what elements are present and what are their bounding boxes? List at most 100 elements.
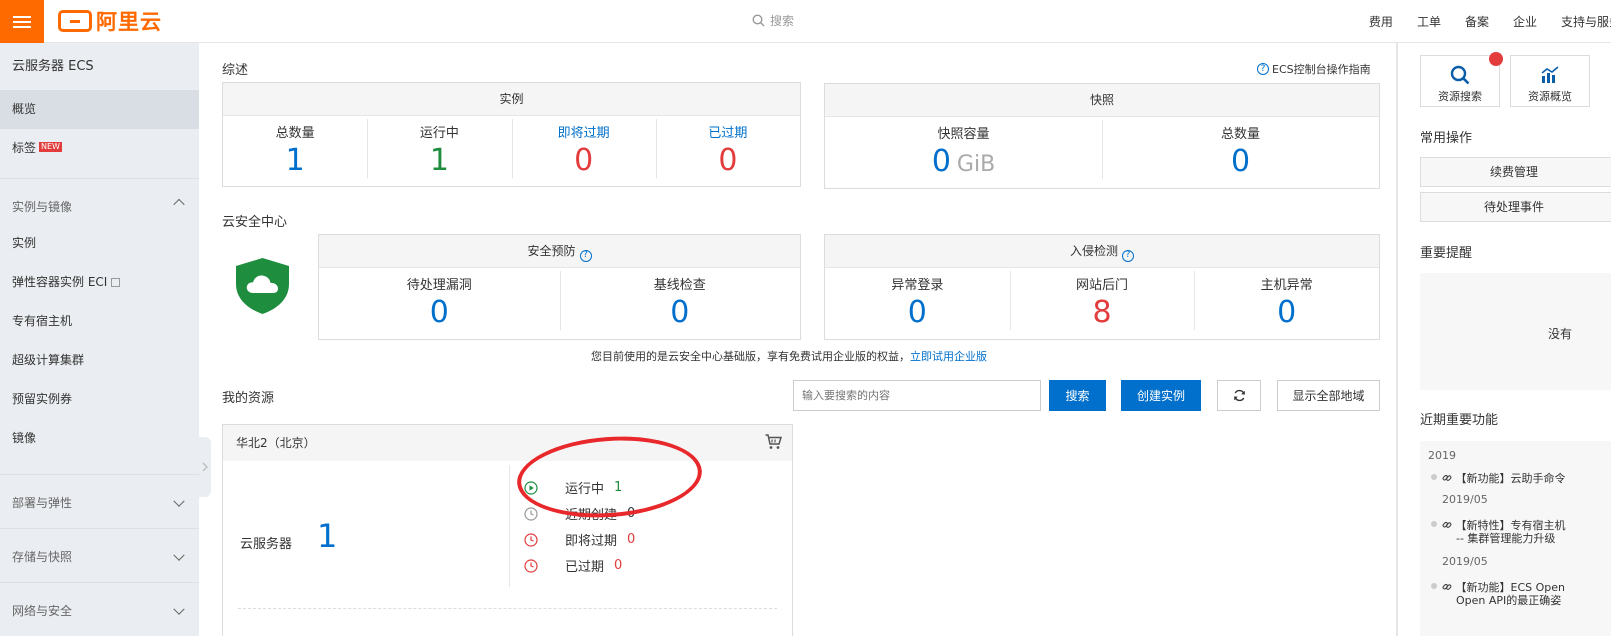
- stat-pending-vulnerabilities[interactable]: 待处理漏洞 0: [319, 268, 560, 338]
- sidebar-group-instances-images[interactable]: 实例与镜像: [0, 178, 199, 224]
- sidebar-item-overview[interactable]: 概览: [0, 90, 199, 129]
- sidebar-item-label: 标签: [12, 141, 37, 155]
- try-enterprise-link[interactable]: 立即试用企业版: [910, 350, 987, 363]
- notification-dot: [1489, 52, 1503, 66]
- sidebar-group-deployment[interactable]: 部署与弹性: [0, 474, 199, 528]
- sidebar-group-storage[interactable]: 存储与快照: [0, 528, 199, 582]
- intrusion-card-header: 入侵检测?: [825, 235, 1379, 268]
- main-content: 综述 ? ECS控制台操作指南 实例 总数量 1 运行中 1 即将过期 0 已过…: [199, 43, 1396, 636]
- stat-website-backdoor[interactable]: 网站后门 8: [1009, 268, 1195, 338]
- resource-search-tile[interactable]: 资源搜索: [1420, 55, 1500, 107]
- sidebar-item-tags[interactable]: 标签 NEW: [0, 129, 199, 168]
- feature-date: 2019/05: [1442, 555, 1488, 568]
- logo-mark-icon: [58, 10, 92, 32]
- status-value: 0: [614, 558, 623, 573]
- timeline-dot: [1431, 521, 1437, 527]
- instance-card-title: 实例: [223, 83, 800, 116]
- stat-expired-instances[interactable]: 已过期 0: [655, 116, 800, 186]
- stat-value: 0: [1230, 144, 1251, 179]
- stat-running-instances[interactable]: 运行中 1: [367, 116, 511, 186]
- link-icon: [1442, 521, 1452, 528]
- tile-label: 资源搜索: [1438, 90, 1482, 103]
- security-prevention-card: 安全预防? 待处理漏洞 0 基线检查 0: [318, 234, 801, 340]
- sidebar-item-label: 预留实例券: [12, 392, 73, 406]
- feature-title: 【新功能】云助手命令: [1455, 472, 1566, 485]
- notice-text: 您目前使用的是云安全中心基础版，享有免费试用企业版的权益，: [591, 350, 910, 363]
- stat-value: 0 GiB: [825, 142, 1102, 185]
- help-icon[interactable]: ?: [1122, 249, 1134, 262]
- search-icon: [1450, 65, 1470, 85]
- feature-item[interactable]: 【新功能】ECS Open Open API的最正确姿: [1442, 581, 1565, 607]
- feature-item[interactable]: 【新功能】云助手命令: [1442, 472, 1566, 485]
- menu-button[interactable]: [0, 0, 44, 43]
- show-all-regions-button[interactable]: 显示全部地域: [1277, 380, 1380, 411]
- stat-expiring-instances[interactable]: 即将过期 0: [511, 116, 656, 186]
- nav-support[interactable]: 支持与服务: [1561, 13, 1611, 30]
- feature-year: 2019: [1428, 449, 1456, 462]
- server-count[interactable]: 1: [317, 517, 337, 555]
- resource-search-input[interactable]: [793, 380, 1041, 411]
- stat-label: 快照容量: [937, 127, 990, 142]
- sidebar-item-dedicated-host[interactable]: 专有宿主机: [0, 302, 199, 341]
- resource-overview-tile[interactable]: 资源概览: [1510, 55, 1590, 107]
- stat-abnormal-login[interactable]: 异常登录 0: [825, 268, 1010, 338]
- chevron-down-icon: [173, 495, 185, 507]
- cart-icon[interactable]: [765, 434, 782, 450]
- help-icon[interactable]: ?: [579, 249, 592, 262]
- recent-features-title: 近期重要功能: [1420, 413, 1499, 428]
- timeline-dot: [1431, 583, 1437, 589]
- sidebar-item-label: 专有宿主机: [12, 314, 73, 328]
- sidebar-item-reserved-instances[interactable]: 预留实例券: [0, 380, 199, 419]
- server-label: 云服务器: [240, 537, 293, 552]
- sidebar-group-label: 部署与弹性: [12, 496, 73, 510]
- sidebar-group-network[interactable]: 网络与安全: [0, 582, 199, 636]
- aliyun-logo[interactable]: 阿里云: [58, 8, 162, 34]
- stat-label[interactable]: 已过期: [656, 122, 800, 141]
- chevron-up-icon: [173, 198, 185, 210]
- nav-enterprise[interactable]: 企业: [1513, 13, 1537, 30]
- new-badge: NEW: [39, 142, 62, 152]
- nav-icp[interactable]: 备案: [1465, 13, 1489, 30]
- status-expired[interactable]: 已过期 0: [524, 556, 622, 575]
- timeline-dot: [1431, 474, 1437, 480]
- alerts-empty-text: 没有: [1548, 327, 1573, 341]
- stat-snapshot-capacity[interactable]: 快照容量 0 GiB: [825, 117, 1102, 187]
- stat-baseline-check[interactable]: 基线检查 0: [559, 268, 801, 338]
- renewal-management-button[interactable]: 续费管理: [1420, 157, 1611, 187]
- top-search[interactable]: 搜索: [752, 12, 794, 29]
- sidebar-item-eci[interactable]: 弹性容器实例 ECI: [0, 263, 199, 302]
- pending-events-button[interactable]: 待处理事件: [1420, 192, 1611, 222]
- security-edition-notice: 您目前使用的是云安全中心基础版，享有免费试用企业版的权益，立即试用企业版: [591, 348, 987, 364]
- feature-subtitle: Open API的最正确姿: [1456, 594, 1562, 607]
- stat-label: 总数量: [1220, 127, 1260, 142]
- console-guide-link[interactable]: ? ECS控制台操作指南: [1257, 61, 1371, 77]
- top-search-placeholder: 搜索: [770, 14, 795, 28]
- overview-title: 综述: [222, 63, 249, 78]
- stat-label: 网站后门: [1076, 278, 1129, 293]
- feature-item[interactable]: 【新特性】专有宿主机 -- 集群管理能力升级: [1442, 519, 1566, 545]
- refresh-button[interactable]: [1217, 380, 1261, 411]
- nav-billing[interactable]: 费用: [1369, 13, 1393, 30]
- stat-value: 8: [1092, 295, 1112, 330]
- create-instance-button[interactable]: 创建实例: [1121, 380, 1201, 411]
- stat-host-anomaly[interactable]: 主机异常 0: [1194, 268, 1379, 338]
- link-icon: [1442, 474, 1452, 481]
- top-bar: 阿里云 搜索 费用 工单 备案 企业 支持与服务: [0, 0, 1611, 43]
- tile-label: 资源概览: [1528, 90, 1572, 103]
- hamburger-icon: [13, 15, 31, 28]
- chevron-down-icon: [173, 549, 185, 561]
- stat-label[interactable]: 即将过期: [512, 122, 656, 141]
- region-name: 华北2（北京）: [236, 436, 316, 450]
- search-button[interactable]: 搜索: [1049, 380, 1106, 411]
- stat-total-instances[interactable]: 总数量 1: [223, 116, 367, 186]
- stat-snapshot-total[interactable]: 总数量 0: [1102, 117, 1379, 187]
- clock-expired-icon: [524, 558, 538, 573]
- sidebar-item-super-computing[interactable]: 超级计算集群: [0, 341, 199, 380]
- sidebar-item-instances[interactable]: 实例: [0, 224, 199, 263]
- stat-value: 1: [429, 143, 449, 178]
- status-expiring[interactable]: 即将过期 0: [524, 530, 635, 549]
- sidebar-item-images[interactable]: 镜像: [0, 419, 199, 458]
- sidebar-item-label: 实例: [12, 236, 37, 250]
- prevention-card-title: 安全预防: [527, 244, 576, 258]
- nav-ticket[interactable]: 工单: [1417, 13, 1441, 30]
